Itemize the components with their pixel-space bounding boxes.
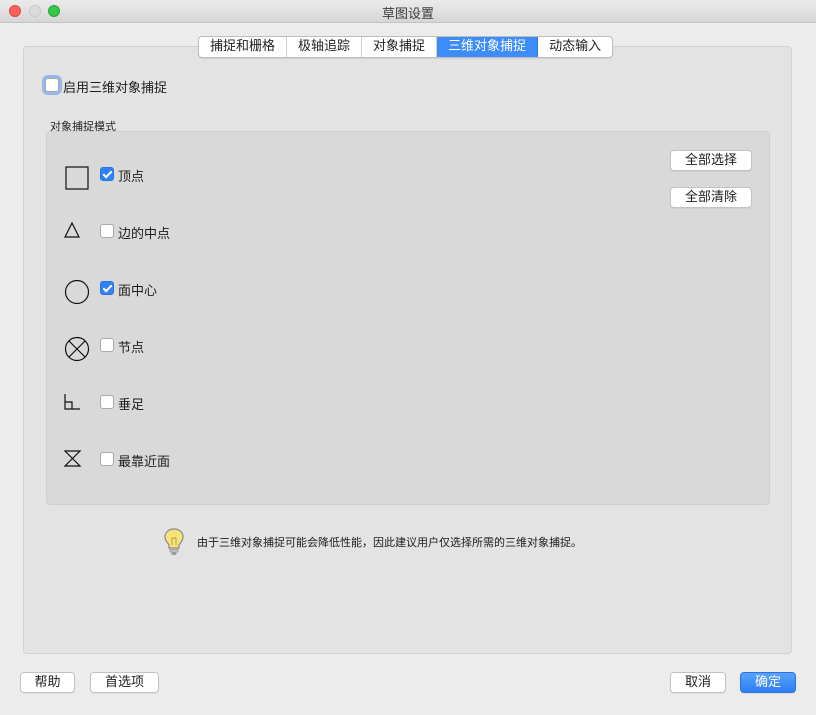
options-button[interactable]: 首选项 xyxy=(90,672,159,693)
perpendicular-icon xyxy=(64,394,80,410)
tab-bar: 捕捉和栅格 极轴追踪 对象捕捉 三维对象捕捉 动态输入 xyxy=(198,36,614,58)
circle-x-node-icon xyxy=(64,336,90,362)
edge-midpoint-checkbox[interactable] xyxy=(100,224,114,238)
circle-center-icon xyxy=(64,279,90,305)
cancel-button[interactable]: 取消 xyxy=(670,672,726,693)
lightbulb-icon xyxy=(164,528,184,555)
face-center-label: 面中心 xyxy=(118,284,158,299)
select-all-button[interactable]: 全部选择 xyxy=(670,150,752,171)
tab-3d-object-snap[interactable]: 三维对象捕捉 xyxy=(437,37,539,57)
osnap-modes-group xyxy=(46,131,770,505)
vertex-label: 顶点 xyxy=(118,170,145,185)
nearest-face-label: 最靠近面 xyxy=(118,455,171,470)
triangle-midpoint-icon xyxy=(64,222,80,238)
performance-note: 由于三维对象捕捉可能会降低性能，因此建议用户仅选择所需的三维对象捕捉。 xyxy=(197,536,582,549)
edge-midpoint-label: 边的中点 xyxy=(118,227,171,242)
node-label: 节点 xyxy=(118,341,145,356)
hourglass-nearest-icon xyxy=(64,450,82,467)
help-button[interactable]: 帮助 xyxy=(20,672,75,693)
perpendicular-label: 垂足 xyxy=(118,398,145,413)
window-title: 草图设置 xyxy=(381,7,434,22)
enable-3d-osnap-checkbox[interactable] xyxy=(45,78,59,92)
tab-polar-tracking[interactable]: 极轴追踪 xyxy=(287,37,363,57)
node-checkbox[interactable] xyxy=(100,338,114,352)
nearest-face-checkbox[interactable] xyxy=(100,452,114,466)
title-bar: 草图设置 xyxy=(0,0,816,23)
tab-snap-grid[interactable]: 捕捉和栅格 xyxy=(199,37,288,57)
perpendicular-checkbox[interactable] xyxy=(100,395,114,409)
face-center-checkbox[interactable] xyxy=(100,281,114,295)
tab-object-snap[interactable]: 对象捕捉 xyxy=(362,37,438,57)
tab-dynamic-input[interactable]: 动态输入 xyxy=(538,37,612,57)
enable-3d-osnap-label: 启用三维对象捕捉 xyxy=(63,81,168,96)
vertex-checkbox[interactable] xyxy=(100,167,114,181)
clear-all-button[interactable]: 全部清除 xyxy=(670,187,752,208)
ok-button[interactable]: 确定 xyxy=(740,672,796,693)
square-vertex-icon xyxy=(65,166,89,190)
